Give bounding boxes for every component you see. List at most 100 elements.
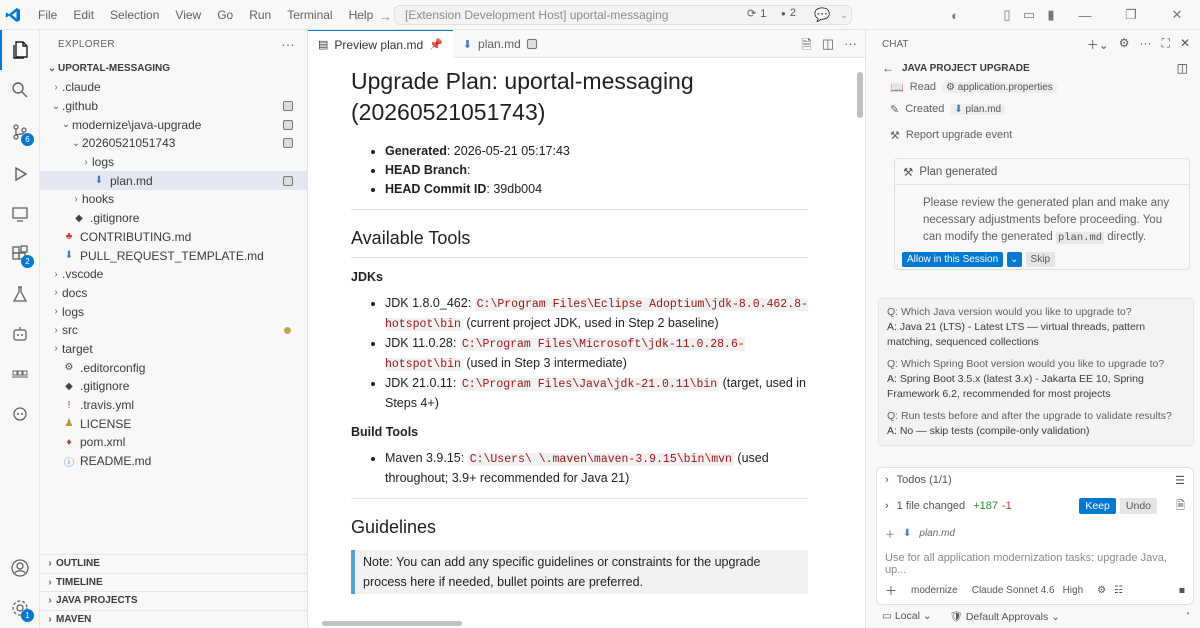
add-context-icon[interactable]: ＋: [885, 526, 895, 541]
tree-folder[interactable]: › src: [40, 321, 307, 340]
menu-item-file[interactable]: File: [30, 0, 65, 30]
tree-folder[interactable]: › docs: [40, 284, 307, 303]
section-outline[interactable]: › OUTLINE: [40, 554, 308, 573]
pin-icon[interactable]: 📌: [429, 38, 443, 51]
vertical-scrollbar[interactable]: [857, 72, 863, 118]
menu-item-run[interactable]: Run: [241, 0, 279, 30]
tree-file[interactable]: ♟ LICENSE: [40, 414, 307, 433]
tree-folder[interactable]: › target: [40, 340, 307, 359]
tool-item: JDK 21.0.11: C:\Program Files\Java\jdk-2…: [385, 374, 808, 413]
open-source-icon[interactable]: 🗎: [801, 36, 811, 58]
more-actions-icon[interactable]: ···: [844, 36, 857, 58]
effort-picker[interactable]: High: [1063, 585, 1084, 596]
problems-status[interactable]: ● 2: [781, 7, 796, 19]
meta-key: HEAD Branch: [385, 163, 467, 177]
tree-folder[interactable]: › hooks: [40, 190, 307, 209]
menu-item-edit[interactable]: Edit: [65, 0, 102, 30]
more-actions-icon[interactable]: ···: [1140, 36, 1152, 53]
java-upgrade-activity-icon[interactable]: [0, 314, 40, 354]
tree-folder[interactable]: › .vscode: [40, 265, 307, 284]
approvals-picker[interactable]: 🛡 Default Approvals ⌄: [950, 610, 1060, 623]
tree-file[interactable]: ♦ pom.xml: [40, 433, 307, 452]
tree-folder[interactable]: ⌄ modernize\java-upgrade: [40, 115, 307, 134]
remote-explorer-activity-icon[interactable]: [0, 194, 40, 234]
restore-button[interactable]: ❐: [1108, 7, 1154, 23]
tree-folder[interactable]: › .claude: [40, 78, 307, 97]
sync-status[interactable]: ⟳ 1: [747, 7, 766, 21]
minimize-button[interactable]: —: [1062, 8, 1108, 23]
todos-row[interactable]: › Todos (1/1) ☰: [885, 474, 1185, 487]
menu-item-selection[interactable]: Selection: [102, 0, 167, 30]
close-window-button[interactable]: ✕: [1154, 7, 1200, 23]
source-control-activity-icon[interactable]: 6: [0, 112, 40, 152]
menu-item-terminal[interactable]: Terminal: [279, 0, 340, 30]
file-pill[interactable]: ⬇ plan.md: [950, 103, 1006, 115]
forward-arrow-icon[interactable]: →: [378, 8, 392, 24]
tree-file[interactable]: ! .travis.yml: [40, 396, 307, 415]
back-arrow-icon[interactable]: ←: [882, 61, 894, 75]
tree-folder[interactable]: › logs: [40, 302, 307, 321]
testing-flask-icon[interactable]: [0, 274, 40, 314]
accounts-icon[interactable]: [0, 548, 40, 588]
changed-files-row[interactable]: › 1 file changed +187 -1 Keep Undo 🗎: [885, 498, 1185, 514]
add-icon[interactable]: ＋: [885, 582, 897, 599]
section-timeline[interactable]: › TIMELINE: [40, 572, 308, 592]
tree-file[interactable]: ◆ .gitignore: [40, 377, 307, 396]
menu-item-go[interactable]: Go: [209, 0, 241, 30]
tree-file[interactable]: ⚙ .editorconfig: [40, 358, 307, 377]
undo-button[interactable]: Undo: [1119, 498, 1157, 514]
split-editor-icon[interactable]: ◫: [822, 36, 834, 58]
file-pill[interactable]: ⚙ application.properties: [942, 81, 1057, 93]
stop-icon[interactable]: ⏹: [1179, 583, 1185, 598]
chat-toggle[interactable]: 💬 ⌄: [814, 7, 848, 23]
toggle-secondary-sidebar-icon[interactable]: ▮: [1040, 7, 1062, 23]
tools-icon[interactable]: ⚙: [1097, 585, 1106, 596]
skip-button[interactable]: Skip: [1025, 252, 1055, 267]
search-activity-icon[interactable]: [0, 70, 40, 110]
run-debug-activity-icon[interactable]: [0, 154, 40, 194]
tree-file[interactable]: ♣ CONTRIBUTING.md: [40, 228, 307, 247]
more-actions-icon[interactable]: ···: [281, 37, 295, 52]
workspace-root[interactable]: ⌄ UPORTAL-MESSAGING: [40, 58, 307, 78]
read-label: Read: [909, 81, 936, 93]
agent-picker[interactable]: modernize: [911, 585, 958, 596]
toggle-sidebar-icon[interactable]: ▯: [996, 7, 1018, 23]
back-arrow-icon[interactable]: ←: [352, 8, 366, 24]
model-picker[interactable]: Claude Sonnet 4.6: [972, 585, 1055, 596]
keep-button[interactable]: Keep: [1079, 498, 1116, 514]
tree-file[interactable]: ⬇ PULL_REQUEST_TEMPLATE.md: [40, 246, 307, 265]
new-chat-icon[interactable]: ＋⌄: [1087, 36, 1109, 53]
menu-item-view[interactable]: View: [167, 0, 209, 30]
tab-preview-plan[interactable]: ▤ Preview plan.md 📌: [308, 30, 453, 58]
chat-input[interactable]: Use for all application modernization ta…: [885, 552, 1185, 576]
view-diff-icon[interactable]: 🗎: [1176, 497, 1185, 516]
allow-session-button[interactable]: Allow in this Session: [902, 252, 1004, 267]
dirty-indicator-icon[interactable]: [526, 39, 537, 49]
configure-icon[interactable]: ☷: [1114, 585, 1123, 596]
close-icon[interactable]: ✕: [1180, 36, 1190, 53]
clear-list-icon[interactable]: ☰: [1175, 474, 1185, 487]
copilot-icon[interactable]: ◐: [944, 8, 966, 23]
tree-folder[interactable]: › logs: [40, 153, 307, 172]
section-java-projects[interactable]: › JAVA PROJECTS: [40, 591, 308, 610]
tab-plan-md[interactable]: ⬇ plan.md: [453, 30, 547, 58]
horizontal-scrollbar[interactable]: [322, 621, 462, 626]
tree-folder[interactable]: ⌄ 20260521051743: [40, 134, 307, 153]
explorer-activity-icon[interactable]: [0, 30, 40, 70]
toggle-panel-icon[interactable]: ▭: [1018, 7, 1040, 23]
copilot-activity-icon[interactable]: [0, 394, 40, 434]
tree-file[interactable]: ⬇ plan.md: [40, 171, 307, 191]
tree-folder[interactable]: ⌄ .github: [40, 97, 307, 116]
chevron-right-icon: ›: [48, 558, 52, 570]
allow-options-chevron-icon[interactable]: ⌄: [1007, 252, 1022, 267]
maximize-icon[interactable]: ⛶: [1162, 36, 1170, 53]
settings-gear-icon[interactable]: ⚙: [1119, 36, 1130, 53]
extensions-activity-icon[interactable]: 2: [0, 234, 40, 274]
tree-file[interactable]: ⓘ README.md: [40, 452, 307, 471]
local-session-picker[interactable]: ▭ Local ⌄: [882, 610, 932, 623]
section-maven[interactable]: › MAVEN: [40, 609, 308, 628]
containers-activity-icon[interactable]: [0, 354, 40, 394]
tree-file[interactable]: ◆ .gitignore: [40, 209, 307, 228]
toggle-sidebar-icon[interactable]: ◫: [1177, 61, 1188, 75]
manage-gear-icon[interactable]: 1: [0, 588, 40, 628]
